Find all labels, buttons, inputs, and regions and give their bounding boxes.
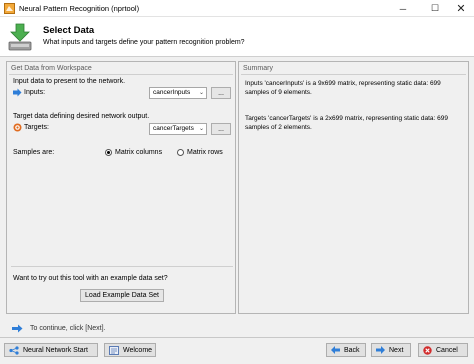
window-title: Neural Pattern Recognition (nprtool) <box>19 4 140 13</box>
chevron-down-icon: ⌄ <box>198 90 204 96</box>
welcome-button[interactable]: Welcome <box>104 343 156 357</box>
inputs-browse-button[interactable]: ... <box>211 87 231 99</box>
targets-select[interactable]: cancerTargets ⌄ <box>149 123 207 135</box>
maximize-button[interactable]: ☐ <box>422 0 448 17</box>
targets-summary: Targets 'cancerTargets' is a 2x699 matri… <box>245 115 449 131</box>
targets-browse-button[interactable]: ... <box>211 123 231 135</box>
example-prompt: Want to try out this tool with an exampl… <box>13 275 168 282</box>
welcome-label: Welcome <box>123 346 153 354</box>
continue-hint-text: To continue, click [Next]. <box>30 325 106 332</box>
nn-start-icon <box>9 345 19 355</box>
app-icon <box>4 3 15 14</box>
matrix-rows-label: Matrix rows <box>187 149 223 156</box>
matrix-columns-label: Matrix columns <box>115 149 163 156</box>
title-bar: Neural Pattern Recognition (nprtool) ─ ☐… <box>0 0 474 17</box>
workspace-panel: Get Data from Workspace Input data to pr… <box>6 61 236 314</box>
load-example-button[interactable]: Load Example Data Set <box>80 289 164 302</box>
next-arrow-icon <box>376 346 385 354</box>
main-content: Get Data from Workspace Input data to pr… <box>0 57 474 364</box>
download-data-icon <box>8 23 32 51</box>
panel-divider <box>241 74 466 75</box>
minimize-button[interactable]: ─ <box>390 0 416 17</box>
inputs-label: Inputs: <box>24 89 46 96</box>
nn-start-button[interactable]: Neural Network Start <box>4 343 98 357</box>
page-subtitle: What inputs and targets define your patt… <box>43 39 245 46</box>
matrix-columns-radio[interactable] <box>105 149 112 156</box>
cancel-icon <box>423 345 432 355</box>
inputs-summary: Inputs 'cancerInputs' is a 9x699 matrix,… <box>245 80 441 96</box>
inputs-select[interactable]: cancerInputs ⌄ <box>149 87 207 99</box>
back-button[interactable]: Back <box>326 343 366 357</box>
footer-divider <box>0 337 474 338</box>
welcome-icon <box>109 345 119 355</box>
nn-start-label: Neural Network Start <box>23 346 88 354</box>
continue-hint: To continue, click [Next]. <box>12 324 105 333</box>
workspace-panel-title: Get Data from Workspace <box>11 65 92 72</box>
input-icon <box>13 88 22 97</box>
targets-select-value: cancerTargets <box>153 125 194 132</box>
targets-label: Targets: <box>24 124 49 131</box>
next-button[interactable]: Next <box>371 343 411 357</box>
next-label: Next <box>389 346 404 354</box>
back-label: Back <box>344 346 360 354</box>
inputs-description: Input data to present to the network. <box>13 78 126 85</box>
page-title: Select Data <box>43 25 95 36</box>
section-divider <box>11 266 233 267</box>
close-button[interactable]: ✕ <box>448 0 474 17</box>
summary-panel: Summary Inputs 'cancerInputs' is a 9x699… <box>238 61 469 314</box>
cancel-button[interactable]: Cancel <box>418 343 468 357</box>
cancel-label: Cancel <box>436 346 458 354</box>
matrix-rows-radio[interactable] <box>177 149 184 156</box>
targets-description: Target data defining desired network out… <box>13 113 150 120</box>
summary-panel-title: Summary <box>243 65 273 72</box>
inputs-select-value: cancerInputs <box>153 89 191 96</box>
chevron-down-icon: ⌄ <box>198 126 204 132</box>
target-icon <box>13 123 22 132</box>
back-arrow-icon <box>331 346 340 354</box>
samples-label: Samples are: <box>13 149 55 156</box>
continue-arrow-icon <box>12 324 23 333</box>
panel-divider <box>9 74 233 75</box>
page-header: Select Data What inputs and targets defi… <box>0 17 474 57</box>
